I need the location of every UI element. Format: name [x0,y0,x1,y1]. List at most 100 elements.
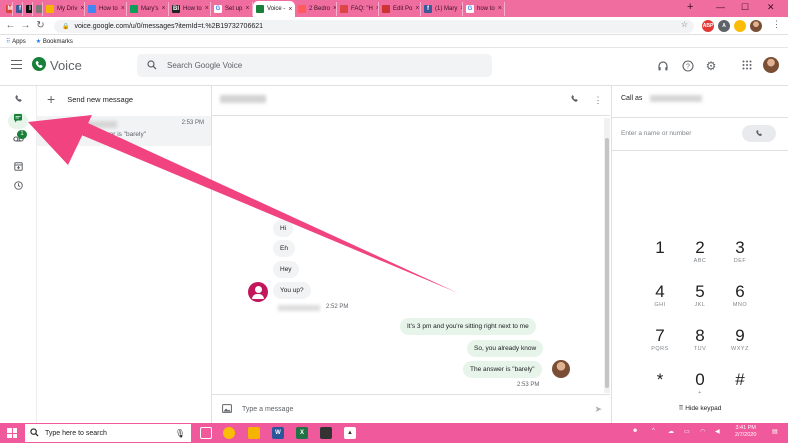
help-icon[interactable]: ? [682,60,694,72]
browser-tab[interactable]: M [3,1,13,16]
browser-tab[interactable]: BI How to × [169,1,211,16]
dialpad-key[interactable]: 3 DEF [720,238,760,272]
bookmark-apps[interactable]: ⠿ Apps [6,38,26,45]
close-tab-icon[interactable]: × [498,5,502,12]
gear-icon[interactable]: ⚙ [705,60,717,72]
cloud-icon[interactable]: ☁ [668,428,674,435]
browser-tab[interactable]: Mary's × [127,1,169,16]
taskbar-clock[interactable]: 3:41 PM 2/7/2020 [735,425,756,439]
notifications-icon[interactable]: ▤ [772,428,778,435]
close-tab-icon[interactable]: × [161,5,165,12]
browser-tab[interactable]: How to × [85,1,127,16]
close-tab-icon[interactable]: × [288,6,292,13]
call-as-number-redacted[interactable] [650,95,702,102]
hamburger-menu-icon[interactable] [11,60,22,69]
browser-tab[interactable]: Ghow to × [463,1,505,16]
dialpad-key[interactable]: 7 PQRS [640,326,680,360]
send-icon[interactable]: ➤ [594,404,602,415]
tray-chevron-icon[interactable]: ^ [652,428,655,434]
profile-avatar[interactable] [750,20,762,32]
dial-input[interactable]: Enter a name or number [612,117,788,151]
reload-icon[interactable]: ↻ [33,20,48,31]
photos-icon[interactable]: ▲ [344,427,356,439]
browser-tab[interactable]: I [23,1,33,16]
dialpad-key[interactable]: 0 + [680,370,720,404]
page-icon [36,4,42,13]
thread-scrollbar[interactable] [604,118,610,393]
address-bar[interactable]: 🔒 voice.google.com/u/0/messages?itemId=t… [54,20,694,33]
scrollbar-thumb[interactable] [605,138,609,388]
snipping-tool-icon[interactable] [320,427,332,439]
close-tab-icon[interactable]: × [205,5,209,12]
tab-title: Set up [225,5,243,12]
browser-tab[interactable]: 2 Bedro × [295,1,337,16]
close-window-button[interactable]: ✕ [767,2,775,13]
search-icon [30,427,39,439]
maximize-button[interactable]: ☐ [741,2,749,13]
wifi-icon[interactable]: ◠ [700,428,705,435]
outgoing-message: So, you already know [467,340,544,357]
windows-start-icon[interactable] [7,428,17,438]
browser-tab[interactable]: f [13,1,23,16]
close-tab-icon[interactable]: × [80,5,84,12]
dialpad-key[interactable]: 9 WXYZ [720,326,760,360]
image-icon[interactable] [222,403,232,415]
file-explorer-icon[interactable] [248,427,260,439]
more-vert-icon[interactable]: ⋮ [592,94,604,106]
browser-tab[interactable]: Edit Po × [379,1,421,16]
browser-tab[interactable]: G Set up × [211,1,253,16]
battery-icon[interactable]: ▭ [684,428,690,435]
star-icon[interactable]: ☆ [681,20,688,29]
account-avatar[interactable] [763,57,779,73]
hide-keypad-label: Hide keypad [685,405,722,412]
menu-icon[interactable]: ⋮ [772,19,781,30]
dialpad-key[interactable]: 4 GHI [640,282,680,316]
send-new-message-button[interactable]: + Send new message [47,92,133,106]
conversation-item[interactable]: 2:53 PM You: The answer is "barely" [37,116,211,146]
excel-icon[interactable]: X [296,427,308,439]
task-view-icon[interactable] [200,427,212,439]
close-tab-icon[interactable]: × [121,5,125,12]
dialpad-key[interactable]: 8 TUV [680,326,720,360]
back-arrow-icon[interactable]: ← [3,20,18,31]
system-tray-icon[interactable]: ☻ [632,428,638,434]
volume-icon[interactable]: ◀ [715,428,720,435]
headset-icon[interactable] [657,60,669,72]
taskbar-search-input[interactable]: Type here to search 🎙 [25,424,191,442]
forward-arrow-icon[interactable]: → [18,20,33,31]
windows-taskbar: Type here to search 🎙 W X ▲ ☻ ^ ☁ ▭ ◠ ◀ … [0,423,788,443]
chrome-icon[interactable] [223,427,235,439]
browser-tab[interactable] [33,1,43,16]
close-tab-icon[interactable]: × [245,5,249,12]
call-button[interactable] [742,125,776,142]
dialpad-key[interactable]: * [640,370,680,404]
new-tab-button[interactable]: + [687,1,693,13]
dialpad-key[interactable]: 5 JKL [680,282,720,316]
edit-icon [382,4,390,13]
microphone-icon[interactable]: 🎙 [175,429,185,438]
apps-grid-icon[interactable] [741,60,753,72]
browser-tab[interactable]: Voice - × [253,1,295,17]
search-input[interactable]: Search Google Voice [137,54,492,77]
archive-icon[interactable] [12,162,25,175]
minimize-button[interactable]: — [716,2,725,12]
bookmark-folder[interactable]: ★ Bookmarks [36,38,73,45]
messages-icon[interactable] [8,113,28,129]
adblock-icon[interactable]: ABP [702,20,714,32]
calls-phone-icon[interactable] [12,94,25,107]
dialpad-key[interactable]: 6 MNO [720,282,760,316]
word-icon[interactable]: W [272,427,284,439]
browser-tab[interactable]: f(1) Mary× [421,1,463,16]
history-icon[interactable] [12,181,25,194]
dialpad-key[interactable]: 2 ABC [680,238,720,272]
browser-tab[interactable]: My Driv × [43,1,85,16]
extension-icon[interactable]: A [718,20,730,32]
dialpad-key[interactable]: 1 [640,238,680,272]
call-phone-icon[interactable] [569,94,581,106]
dialpad-key[interactable]: # [720,370,760,404]
message-input[interactable]: Type a message [242,406,293,413]
hide-keypad-button[interactable]: ⠿ Hide keypad [612,404,788,412]
close-tab-icon[interactable]: × [415,5,419,12]
extension-icon[interactable] [734,20,746,32]
browser-tab[interactable]: FAQ: "H× [337,1,379,16]
